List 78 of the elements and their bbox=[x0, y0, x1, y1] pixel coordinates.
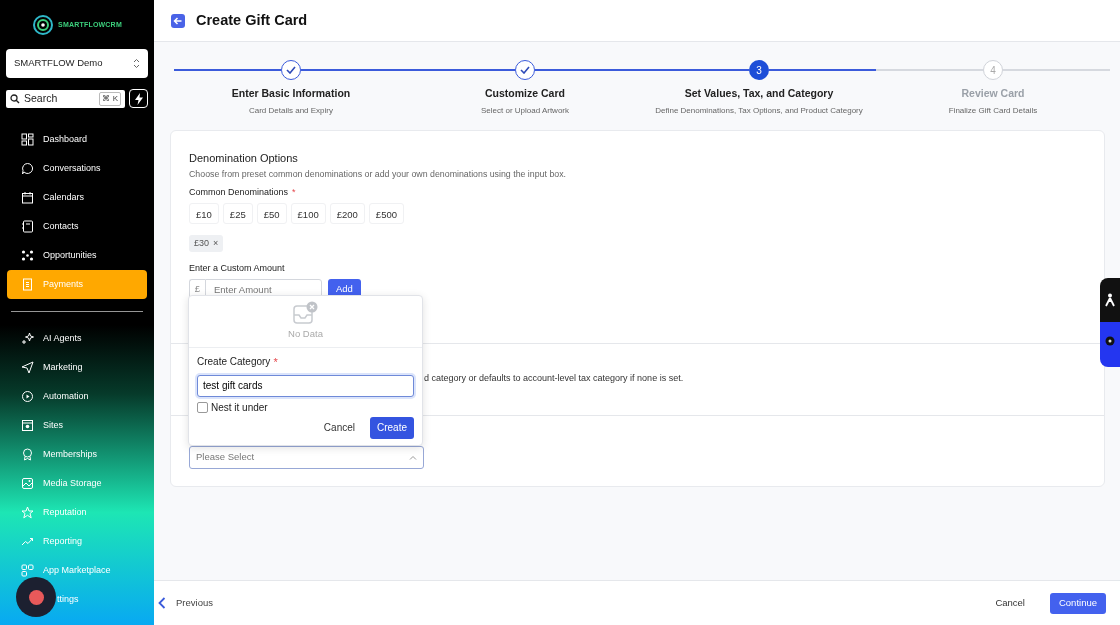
widget-tab[interactable] bbox=[1100, 278, 1120, 322]
step-title: Customize Card bbox=[485, 86, 565, 101]
checkbox[interactable] bbox=[197, 401, 208, 413]
sidebar-item[interactable]: Calendars bbox=[7, 183, 147, 212]
field-label: Common Denominations bbox=[189, 185, 289, 199]
denomination-chip[interactable]: £25 bbox=[222, 203, 253, 225]
denomination-chip[interactable]: £200 bbox=[329, 203, 365, 225]
chat-bubble-icon bbox=[21, 162, 34, 175]
select-placeholder: Please Select bbox=[196, 450, 255, 465]
sidebar-item[interactable]: Conversations bbox=[7, 154, 147, 183]
field-label: Create Category bbox=[197, 355, 271, 369]
create-button[interactable]: Create bbox=[370, 416, 414, 439]
search-icon bbox=[10, 93, 20, 104]
automation-icon bbox=[21, 390, 34, 403]
denomination-chip[interactable]: £50 bbox=[256, 203, 287, 225]
empty-inbox-icon bbox=[292, 301, 319, 325]
search-field[interactable]: Search ⌘ K bbox=[6, 89, 125, 108]
sidebar-item[interactable]: Opportunities bbox=[7, 241, 147, 270]
sidebar-item[interactable]: AI Agents bbox=[7, 324, 147, 353]
step-title: Review Card bbox=[961, 86, 1025, 101]
account-selector[interactable]: SMARTFLOW Demo bbox=[6, 49, 148, 78]
grid-icon bbox=[21, 133, 34, 146]
browser-icon bbox=[21, 419, 34, 432]
contact-book-icon bbox=[21, 220, 34, 233]
step-subtitle: Finalize Gift Card Details bbox=[948, 104, 1038, 117]
checkbox-label: Nest it under bbox=[211, 400, 268, 415]
chevron-left-icon bbox=[158, 597, 166, 609]
step-subtitle: Define Denominations, Tax Options, and Product Category bbox=[655, 104, 863, 117]
step-indicator: 4 bbox=[983, 60, 1003, 80]
paper-plane-icon bbox=[21, 361, 34, 374]
category-select[interactable]: Please Select bbox=[189, 446, 424, 469]
apps-icon bbox=[21, 564, 34, 577]
sidebar-item[interactable]: Marketing bbox=[7, 353, 147, 382]
sidebar-item[interactable]: Dashboard bbox=[7, 125, 147, 154]
step-title: Set Values, Tax, and Category bbox=[684, 86, 834, 101]
section-description: d category or defaults to account-level tax category if none is set. bbox=[424, 372, 685, 385]
empty-message: No Data bbox=[288, 327, 323, 341]
required-mark: * bbox=[273, 355, 278, 370]
search-label: Search bbox=[24, 90, 59, 106]
award-icon bbox=[21, 448, 34, 461]
check-icon bbox=[286, 66, 296, 74]
calendar-icon bbox=[21, 191, 34, 204]
image-icon bbox=[21, 477, 34, 490]
step-indicator: 3 bbox=[749, 60, 769, 80]
sidebar-item[interactable]: Sites bbox=[7, 411, 147, 440]
denomination-chip[interactable]: £10 bbox=[189, 203, 219, 225]
sidebar-item[interactable]: Contacts bbox=[7, 212, 147, 241]
required-mark: * bbox=[292, 185, 296, 199]
back-arrow-icon bbox=[171, 13, 185, 28]
section-description: Choose from preset common denominations or add your own denominations using the input box. bbox=[189, 167, 568, 181]
step-title: Enter Basic Information bbox=[231, 86, 351, 101]
remove-tag-button[interactable]: × bbox=[213, 236, 219, 251]
widget-tab[interactable] bbox=[1100, 322, 1120, 367]
lightning-icon bbox=[134, 92, 143, 105]
check-icon bbox=[520, 66, 530, 74]
field-label: Enter a Custom Amount bbox=[189, 262, 286, 276]
page-title: Create Gift Card bbox=[196, 10, 308, 30]
sparkle-icon bbox=[21, 332, 34, 345]
section-title: Denomination Options bbox=[189, 151, 299, 166]
denomination-chip[interactable]: £500 bbox=[368, 203, 404, 225]
shortcut-hint: ⌘ K bbox=[99, 91, 121, 106]
back-button[interactable] bbox=[171, 13, 185, 28]
chevron-updown-icon bbox=[133, 58, 140, 69]
star-icon bbox=[21, 506, 34, 519]
quick-action-button[interactable] bbox=[129, 89, 148, 108]
person-icon bbox=[1105, 293, 1115, 307]
tag-label: £30 bbox=[194, 236, 210, 250]
denomination-chip[interactable]: £100 bbox=[290, 203, 326, 225]
receipt-icon bbox=[21, 278, 34, 291]
continue-button[interactable]: Continue bbox=[1049, 592, 1106, 614]
step-subtitle: Select or Upload Artwork bbox=[480, 104, 569, 117]
logo-icon bbox=[32, 14, 55, 36]
step-subtitle: Card Details and Expiry bbox=[248, 104, 333, 117]
trend-line-icon bbox=[21, 535, 34, 548]
sidebar-item[interactable]: Automation bbox=[7, 382, 147, 411]
sidebar-item[interactable]: Memberships bbox=[7, 440, 147, 469]
nodes-icon bbox=[21, 249, 34, 262]
category-name-field[interactable]: test gift cards bbox=[197, 374, 414, 397]
